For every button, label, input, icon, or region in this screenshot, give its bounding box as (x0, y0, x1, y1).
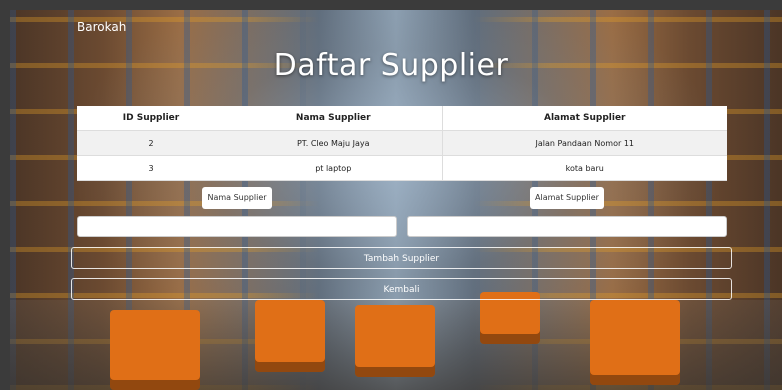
table-row: 2 PT. Cleo Maju Jaya Jalan Pandaan Nomor… (77, 130, 727, 156)
cell-id: 2 (77, 130, 225, 156)
nama-supplier-input[interactable] (77, 216, 397, 237)
back-button[interactable]: Kembali (71, 278, 732, 300)
page-title: Daftar Supplier (273, 48, 509, 83)
cell-nama: pt laptop (225, 155, 442, 181)
supplier-table: ID Supplier Nama Supplier Alamat Supplie… (77, 106, 727, 181)
add-supplier-button[interactable]: Tambah Supplier (71, 247, 732, 269)
alamat-supplier-label: Alamat Supplier (530, 187, 604, 209)
column-header-alamat: Alamat Supplier (441, 106, 727, 131)
cell-nama: PT. Cleo Maju Jaya (225, 130, 442, 156)
column-header-id: ID Supplier (77, 106, 225, 131)
table-row: 3 pt laptop kota baru (77, 155, 727, 181)
forklift-image (255, 300, 325, 372)
forklift-image (590, 300, 680, 385)
cell-id: 3 (77, 155, 225, 181)
table-header-row: ID Supplier Nama Supplier Alamat Supplie… (77, 106, 727, 131)
nama-supplier-label: Nama Supplier (202, 187, 272, 209)
alamat-supplier-input[interactable] (407, 216, 727, 237)
cell-alamat: Jalan Pandaan Nomor 11 (441, 130, 727, 156)
brand-link[interactable]: Barokah (77, 20, 126, 34)
cell-alamat: kota baru (441, 155, 727, 181)
forklift-image (355, 305, 435, 377)
column-header-nama: Nama Supplier (225, 106, 442, 131)
forklift-image (110, 310, 200, 390)
